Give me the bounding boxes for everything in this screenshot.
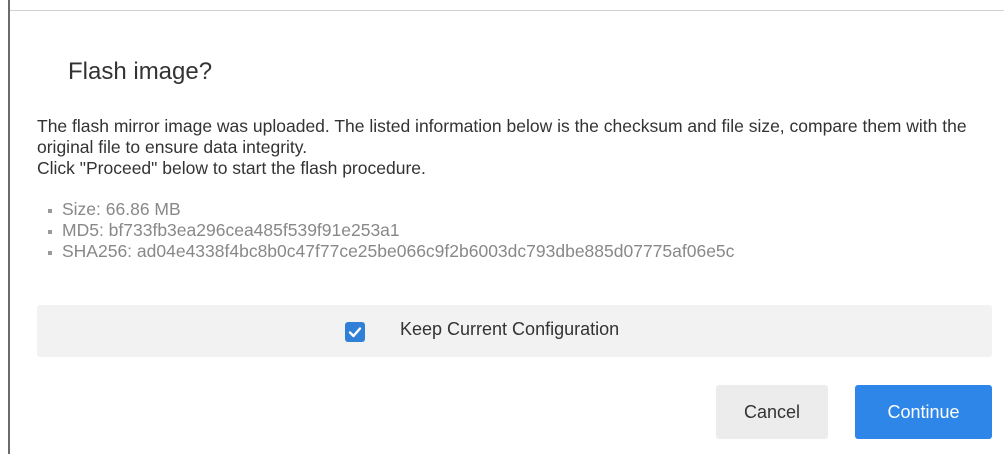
- description-instruction: Click "Proceed" below to start the flash…: [37, 158, 426, 178]
- file-size-text: Size: 66.86 MB: [62, 199, 181, 219]
- bullet-icon: [48, 251, 52, 255]
- md5-text: MD5: bf733fb3ea296cea485f539f91e253a1: [62, 220, 400, 240]
- flash-image-dialog: Flash image? The flash mirror image was …: [12, 11, 1004, 454]
- sha256-item: SHA256: ad04e4338f4bc8b0c47f77ce25be066c…: [37, 241, 734, 262]
- continue-button[interactable]: Continue: [855, 385, 992, 439]
- cancel-button[interactable]: Cancel: [716, 385, 828, 439]
- checkmark-icon: [348, 327, 362, 338]
- keep-config-option: Keep Current Configuration: [37, 305, 992, 357]
- md5-item: MD5: bf733fb3ea296cea485f539f91e253a1: [37, 220, 734, 241]
- description-paragraph: The flash mirror image was uploaded. The…: [37, 116, 967, 157]
- background-page-edge: [0, 0, 10, 454]
- bullet-icon: [48, 230, 52, 234]
- file-info-list: Size: 66.86 MB MD5: bf733fb3ea296cea485f…: [37, 199, 734, 262]
- file-size-item: Size: 66.86 MB: [37, 199, 734, 220]
- dialog-title: Flash image?: [68, 58, 213, 85]
- keep-config-label[interactable]: Keep Current Configuration: [400, 319, 619, 340]
- sha256-text: SHA256: ad04e4338f4bc8b0c47f77ce25be066c…: [62, 241, 735, 261]
- keep-config-checkbox[interactable]: [345, 322, 365, 342]
- bullet-icon: [48, 209, 52, 213]
- dialog-description: The flash mirror image was uploaded. The…: [37, 116, 997, 179]
